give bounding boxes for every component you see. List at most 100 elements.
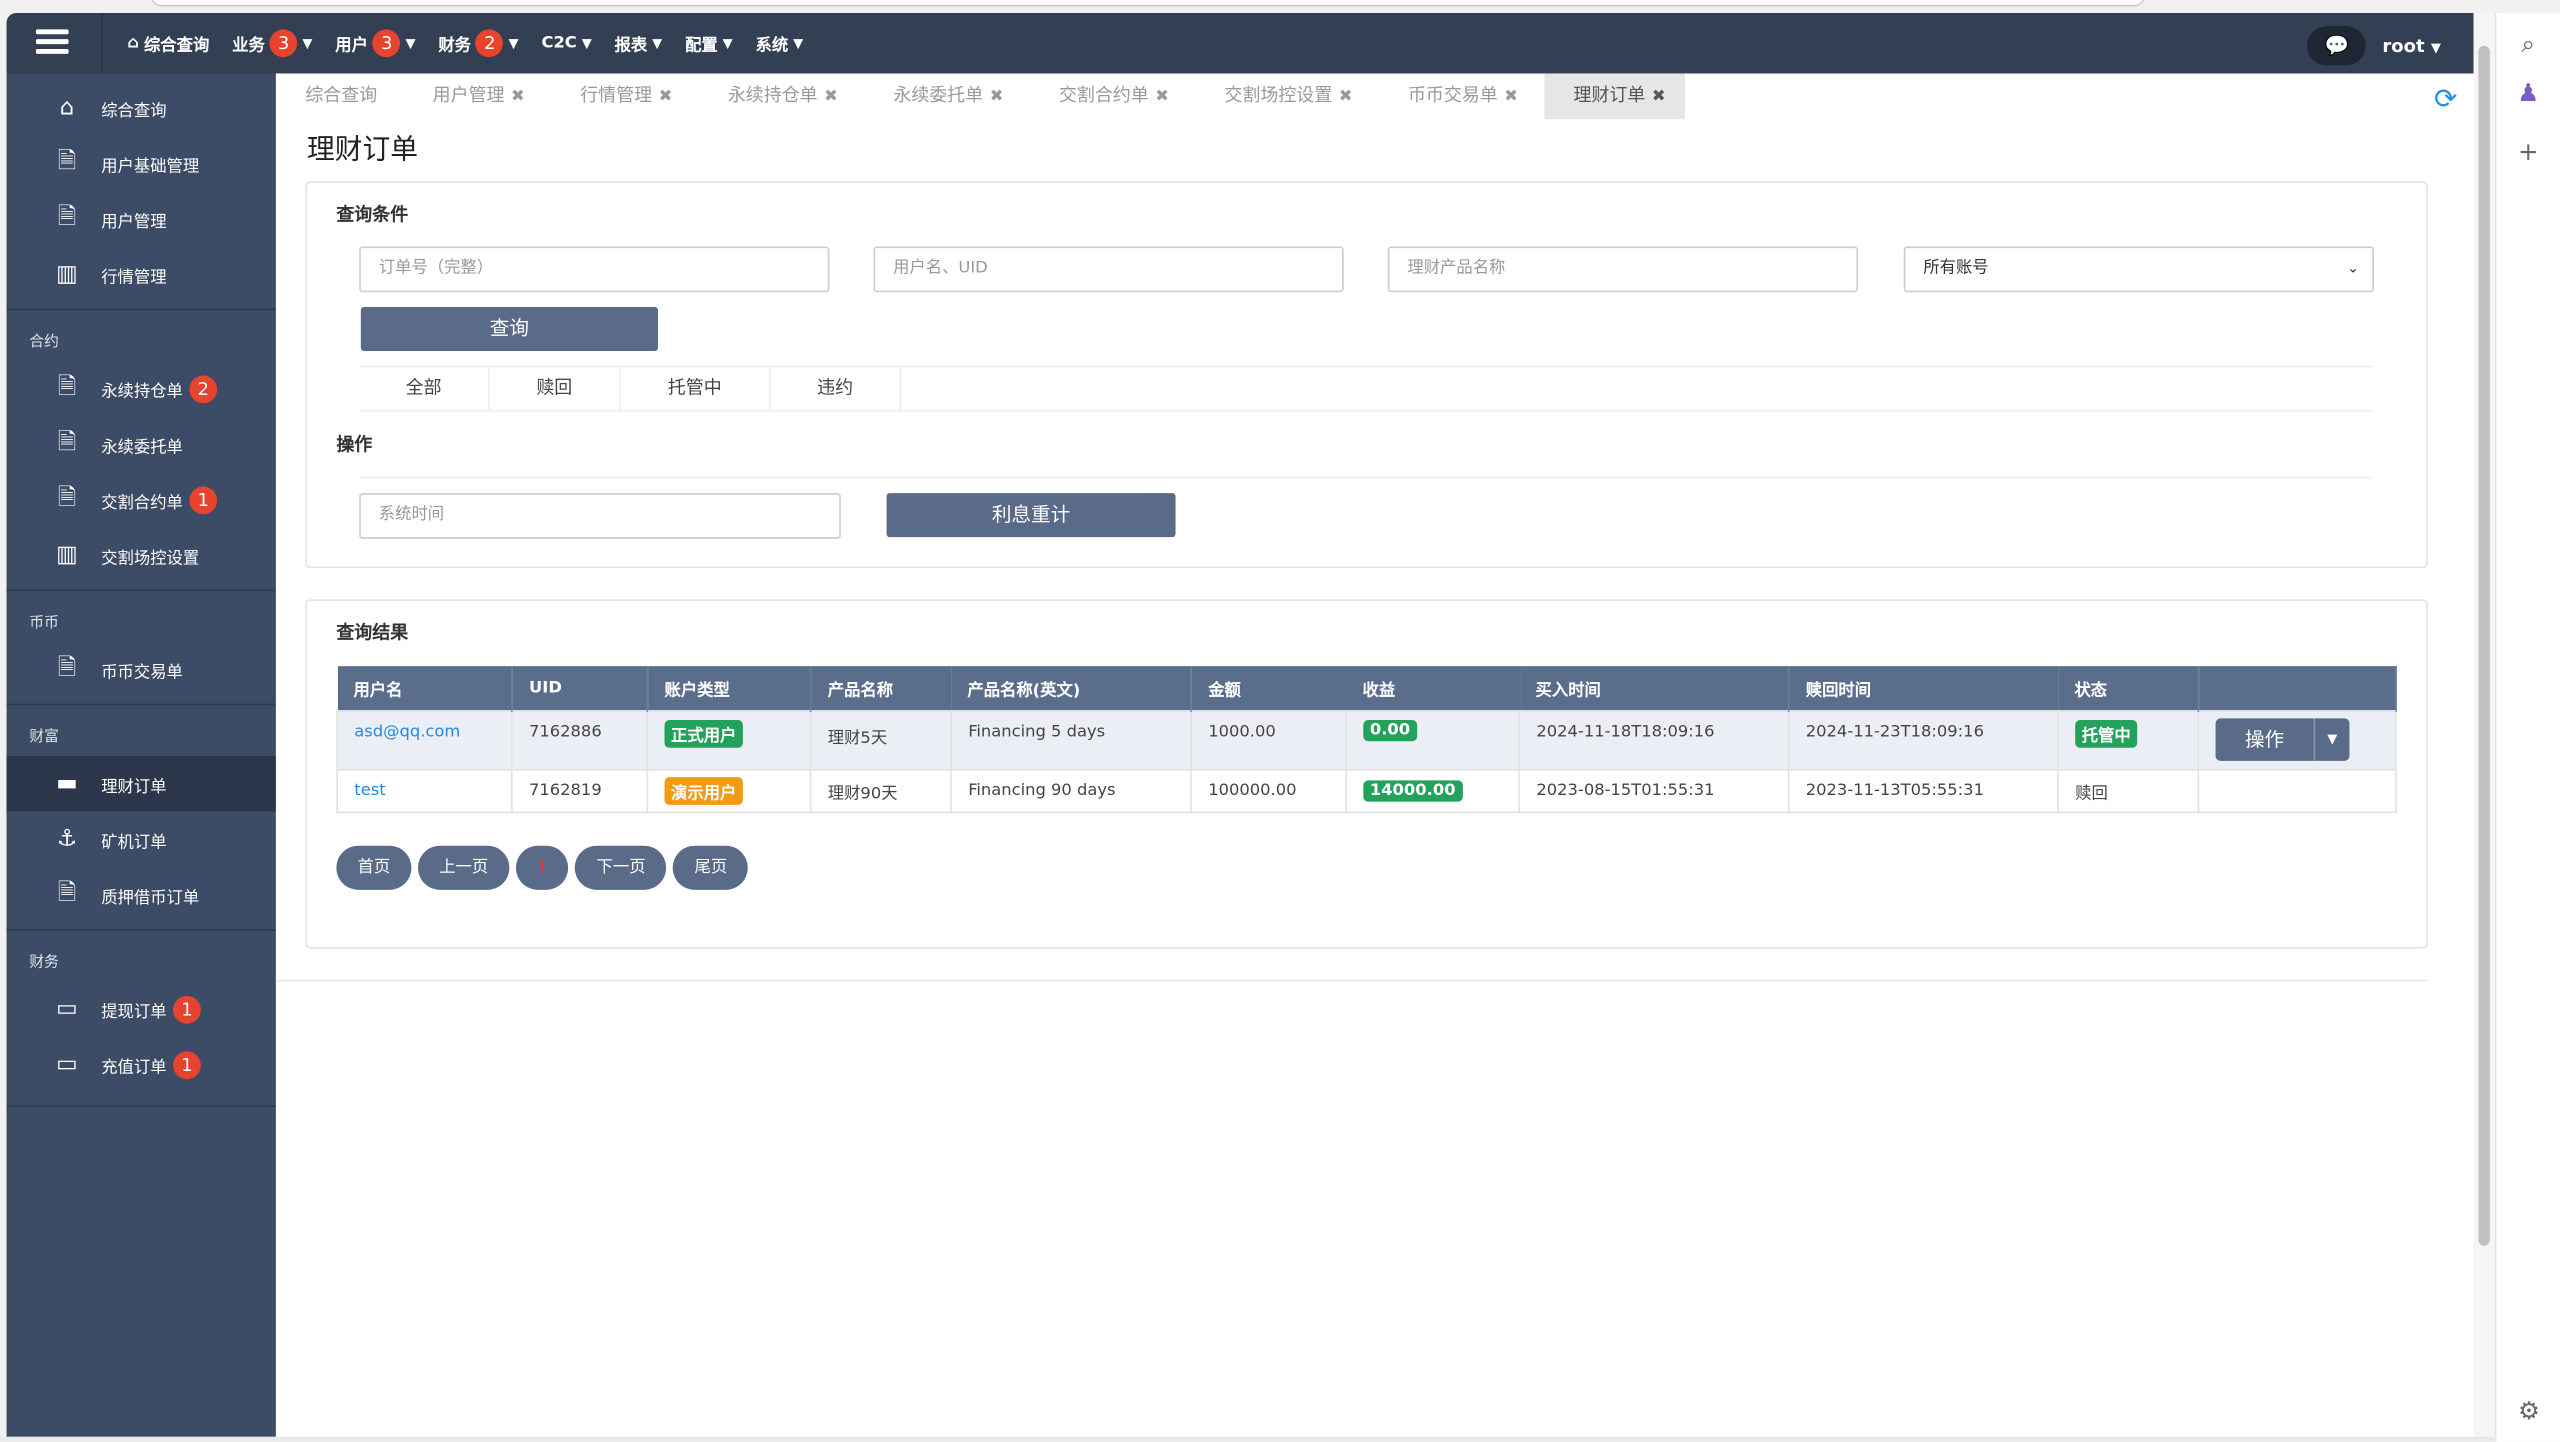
nav-report[interactable]: 报表 ▼: [615, 31, 663, 56]
nav-label: 配置: [685, 37, 718, 56]
badge: 3: [372, 29, 401, 58]
sidebar-item-perpetual-order[interactable]: 🗎 永续委托单: [7, 416, 276, 472]
search-icon[interactable]: ⌕: [2496, 20, 2560, 69]
sidebar-item-overview[interactable]: ⌂ 综合查询: [7, 80, 276, 136]
user-link[interactable]: asd@qq.com: [354, 722, 460, 740]
sidebar-item-perpetual-position[interactable]: 🗎 永续持仓单 2: [7, 361, 276, 417]
nav-user[interactable]: 用户 3 ▼: [335, 29, 415, 58]
nav-finance[interactable]: 财务 2 ▼: [438, 29, 519, 58]
tab-delivery-control[interactable]: 交割场控设置 ✖: [1195, 73, 1372, 119]
close-icon[interactable]: ✖: [1339, 88, 1353, 106]
user-input[interactable]: 用户名、UID: [873, 246, 1344, 293]
tab-user-manage[interactable]: 用户管理 ✖: [403, 73, 544, 119]
sidebar-label: 综合查询: [101, 102, 167, 121]
sidebar-label: 交割场控设置: [101, 549, 200, 568]
sidebar-label: 充值订单: [101, 1058, 167, 1077]
recalculate-interest-button[interactable]: 利息重计: [886, 493, 1176, 538]
filter-custody[interactable]: 托管中: [620, 367, 771, 410]
tab-spot-order[interactable]: 币币交易单 ✖: [1379, 73, 1538, 119]
scrollbar-thumb[interactable]: [2478, 45, 2490, 1246]
caret-down-icon[interactable]: ▼: [2313, 718, 2350, 761]
tab-market[interactable]: 行情管理 ✖: [551, 73, 692, 119]
user-link[interactable]: test: [354, 781, 385, 799]
status-filter-tabs: 全部 赎回 托管中 违约: [359, 365, 2374, 412]
close-icon[interactable]: ✖: [511, 88, 525, 106]
document-icon: 🗎: [57, 204, 77, 231]
nav-business[interactable]: 业务 3 ▼: [232, 29, 312, 58]
menu-toggle-icon[interactable]: [35, 29, 69, 55]
tab-perpetual-position[interactable]: 永续持仓单 ✖: [698, 73, 857, 119]
column-header: 用户名: [337, 666, 513, 711]
plus-icon[interactable]: +: [2496, 127, 2560, 176]
address-bar[interactable]: [150, 0, 2146, 7]
filter-default[interactable]: 违约: [771, 367, 902, 410]
sidebar-item-deposit-order[interactable]: ▭ 充值订单 1: [7, 1037, 276, 1093]
close-icon[interactable]: ✖: [824, 88, 838, 106]
close-icon[interactable]: ✖: [1652, 88, 1666, 106]
nav-label: 用户: [335, 37, 368, 56]
tab-delivery-order[interactable]: 交割合约单 ✖: [1030, 73, 1189, 119]
product-name-input[interactable]: 理财产品名称: [1387, 246, 1859, 293]
refresh-icon[interactable]: ⟳: [2434, 83, 2457, 116]
prev-page-button[interactable]: 上一页: [417, 845, 510, 890]
current-page-button[interactable]: 1: [515, 845, 569, 890]
sidebar-label: 交割合约单: [101, 493, 183, 512]
nav-home[interactable]: ⌂ 综合查询: [127, 31, 209, 55]
nav-system[interactable]: 系统 ▼: [756, 31, 804, 56]
last-page-button[interactable]: 尾页: [673, 845, 749, 890]
extension-icon[interactable]: ♟: [2496, 69, 2560, 118]
caret-down-icon: ▼: [793, 35, 804, 51]
tab-label: 综合查询: [305, 84, 378, 107]
document-icon: 🗎: [57, 373, 77, 401]
sidebar-item-spot-order[interactable]: 🗎 币币交易单: [7, 642, 276, 698]
amount-cell: 100000.00: [1190, 768, 1347, 813]
sidebar-item-delivery-control[interactable]: ▥ 交割场控设置: [7, 527, 276, 583]
sidebar-item-market[interactable]: ▥ 行情管理: [7, 247, 276, 303]
first-page-button[interactable]: 首页: [336, 845, 412, 890]
close-icon[interactable]: ✖: [1504, 88, 1518, 106]
pagination: 首页 上一页 1 下一页 尾页: [336, 845, 749, 890]
tab-label: 用户管理: [432, 84, 505, 107]
select-value: 所有账号: [1923, 259, 1989, 278]
table-row: asd@qq.com 7162886 正式用户 理财5天 Financing 5…: [336, 709, 2397, 770]
scrollbar[interactable]: [2473, 13, 2495, 1437]
tab-finance-order[interactable]: 理财订单 ✖: [1544, 73, 1686, 120]
nav-label: 财务: [438, 37, 472, 56]
close-icon[interactable]: ✖: [659, 88, 673, 106]
search-button[interactable]: 查询: [360, 306, 658, 352]
sidebar-item-user-manage[interactable]: 🗎 用户管理: [7, 191, 276, 247]
system-time-input[interactable]: 系统时间: [359, 493, 841, 539]
user-menu[interactable]: root ▼: [2382, 35, 2440, 56]
close-icon[interactable]: ✖: [990, 88, 1004, 106]
results-title: 查询结果: [336, 622, 409, 644]
sidebar-item-user-basic[interactable]: 🗎 用户基础管理: [7, 136, 276, 192]
sidebar-item-miner-order[interactable]: ⚓ 矿机订单: [7, 811, 276, 867]
filter-redeemed[interactable]: 赎回: [490, 367, 621, 410]
redeem-time-cell: 2024-11-23T18:09:16: [1787, 709, 2059, 770]
chat-icon[interactable]: 💬: [2307, 26, 2367, 66]
sidebar-group-title: 财富: [6, 703, 276, 756]
sidebar-item-withdraw-order[interactable]: ▭ 提现订单 1: [7, 981, 276, 1037]
order-number-input[interactable]: 订单号（完整）: [359, 246, 830, 293]
tab-overview[interactable]: 综合查询: [276, 73, 397, 119]
action-dropdown-button[interactable]: 操作 ▼: [2215, 718, 2350, 761]
browser-strip: [0, 0, 2560, 14]
filter-all[interactable]: 全部: [359, 367, 490, 410]
query-panel: 查询条件 订单号（完整） 用户名、UID 理财产品名称 所有账号 ⌄ 查询 全部 …: [305, 181, 2428, 569]
nav-c2c[interactable]: C2C ▼: [541, 34, 591, 52]
account-select[interactable]: 所有账号 ⌄: [1903, 246, 2374, 293]
tab-perpetual-order[interactable]: 永续委托单 ✖: [864, 73, 1023, 119]
sidebar-item-delivery-order[interactable]: 🗎 交割合约单 1: [7, 472, 276, 528]
sidebar-group-title: 合约: [6, 308, 276, 361]
tab-label: 交割场控设置: [1224, 84, 1333, 107]
profit-label: 0.00: [1363, 719, 1417, 741]
settings-icon[interactable]: ⚙: [2496, 1386, 2560, 1435]
sidebar-label: 永续委托单: [101, 438, 183, 457]
credit-card-icon: ▭: [56, 1051, 78, 1078]
close-icon[interactable]: ✖: [1155, 88, 1169, 106]
nav-config[interactable]: 配置 ▼: [685, 31, 733, 56]
next-page-button[interactable]: 下一页: [575, 845, 667, 890]
sidebar-item-finance-order[interactable]: ▬ 理财订单: [6, 755, 276, 812]
sidebar-item-pledge-order[interactable]: 🗎 质押借币订单: [7, 867, 276, 923]
bar-chart-icon: ▥: [56, 261, 78, 288]
